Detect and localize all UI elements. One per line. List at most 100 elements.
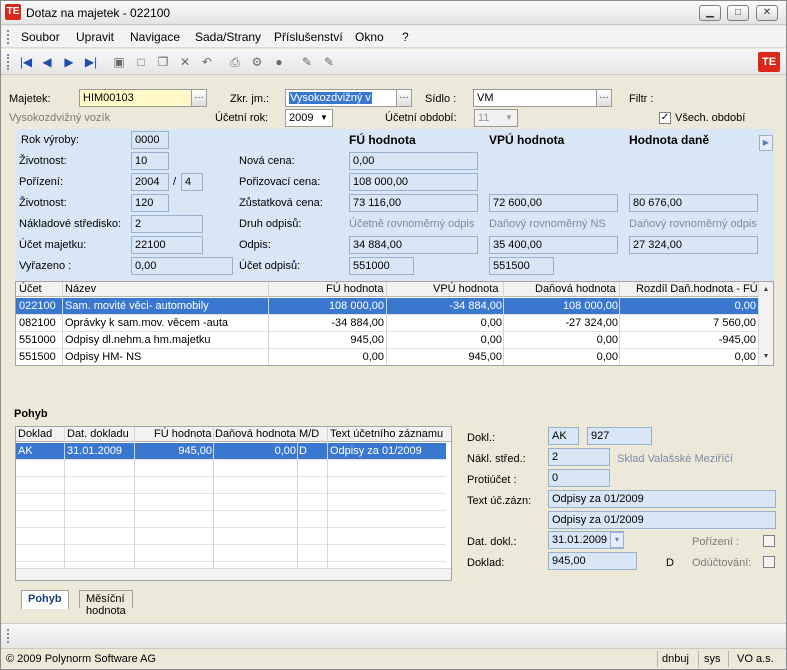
delete-icon[interactable]: ✕ [177,54,193,70]
cell-fu: 945,00 [350,334,384,346]
text-uc-zazn-field-1: Odpisy za 01/2009 [548,490,776,508]
oductovani-checkbox[interactable] [763,556,775,568]
menu-sada-strany[interactable]: Sada/Strany [195,30,261,44]
ucetni-rok-value: 2009 [289,112,314,124]
pohyb-table-header: Doklad Dat. dokladu FÚ hodnota Daňová ho… [16,427,451,442]
nakladove-stredisko-field: 2 [131,215,203,233]
title-bar: TE Dotaz na majetek - 022100 ▁ □ ✕ [1,1,786,25]
ucetni-obdobi-select[interactable]: 11 ▼ [474,109,518,127]
col-nazev[interactable]: Název [65,283,96,295]
table-row[interactable]: 551000 Odpisy dl.nehm.a hm.majetku 945,0… [16,332,760,349]
cell-vpu: 0,00 [480,317,502,329]
col-text[interactable]: Text účetního záznamu [330,428,443,440]
col-md[interactable]: M/D [299,428,319,440]
cell-rozdil: 0,00 [734,300,756,312]
majetek-lookup-button[interactable]: … [191,89,207,107]
pohyb-table-hscrollbar[interactable] [16,568,451,580]
druh-odpisu-fu: Účetně rovnoměrný odpis [349,218,475,230]
table-row[interactable]: 082100 Oprávky k sam.mov. věcem -auta -3… [16,315,760,332]
close-button[interactable]: ✕ [756,5,778,21]
toolbar-grip-icon [7,54,10,70]
col-danova-hodnota[interactable]: Daňová hodnota [215,428,296,440]
maximize-button[interactable]: □ [727,5,749,21]
zkr-input[interactable]: Vysokozdvižný v [285,89,400,107]
column-divider [62,282,63,365]
majetek-input[interactable]: HIM00103 [79,89,196,107]
column-divider [619,282,620,365]
edit-alt-icon[interactable]: ✎ [321,54,337,70]
accounts-table-scrollbar[interactable]: ▲ ▼ [758,282,773,365]
text-uc-zazn-field-2: Odpisy za 01/2009 [548,511,776,529]
odpis-dan-field: 27 324,00 [629,236,758,254]
ucet-odpisu-label: Účet odpisů: [239,260,301,272]
column-divider [386,282,387,365]
druh-odpisu-label: Druh odpisů: [239,218,302,230]
porizeni-flag-label: Pořízení : [692,536,740,548]
menu-prislusenstvi[interactable]: Příslušenství [274,30,343,44]
zkr-lookup-button[interactable]: … [396,89,412,107]
save-icon[interactable]: ▣ [111,54,127,70]
print-icon[interactable]: ⎙ [227,54,243,70]
ucetni-rok-select[interactable]: 2009 ▼ [285,109,333,127]
menu-help[interactable]: ? [402,30,409,44]
minimize-button[interactable]: ▁ [699,5,721,21]
menu-soubor[interactable]: Soubor [21,30,60,44]
application-window: TE Dotaz na majetek - 022100 ▁ □ ✕ Soubo… [0,0,787,670]
sidlo-input[interactable]: VM [473,89,603,107]
table-row[interactable]: 022100 Sam. movité věci- automobily 108 … [16,298,760,315]
col-rozdil[interactable]: Rozdíl Daň.hodnota - FÚ [636,283,758,295]
menu-okno[interactable]: Okno [355,30,384,44]
scroll-down-icon[interactable]: ▼ [759,351,773,363]
sidlo-lookup-button[interactable]: … [596,89,612,107]
edit-icon[interactable]: ✎ [299,54,315,70]
undo-icon[interactable]: ↶ [199,54,215,70]
protiucet-label: Protiúčet : [467,474,517,486]
tab-pohyb[interactable]: Pohyb [21,590,69,609]
bottom-toolbar-grip-icon [7,629,10,643]
cell-vpu: -34 884,00 [449,300,502,312]
previous-record-icon[interactable]: ◀ [39,54,55,70]
col-ucet[interactable]: Účet [19,283,42,295]
table-row[interactable]: AK 31.01.2009 945,00 0,00 D Odpisy za 01… [16,443,446,460]
col-fu-hodnota[interactable]: FÚ hodnota [154,428,211,440]
pohyb-section-title: Pohyb [14,408,48,420]
cell-vpu: 0,00 [480,334,502,346]
cell-nazev: Oprávky k sam.mov. věcem -auta [65,317,229,329]
porizeni-mesic-field: 4 [181,173,203,191]
col-fu-hodnota[interactable]: FÚ hodnota [326,283,383,295]
next-record-icon[interactable]: ▶ [61,54,77,70]
record-icon[interactable]: ● [271,54,287,70]
fu-hodnota-header: FÚ hodnota [349,133,416,147]
zivotnost-field: 10 [131,152,169,170]
porizeni-checkbox[interactable] [763,535,775,547]
copy-icon[interactable]: ❐ [155,54,171,70]
menu-upravit[interactable]: Upravit [76,30,114,44]
col-doklad[interactable]: Doklad [18,428,52,440]
tab-mesicni-hodnota[interactable]: Měsíční hodnota [79,590,133,617]
menu-bar: Soubor Upravit Navigace Sada/Strany Přís… [1,26,786,48]
cell-nazev: Odpisy dl.nehm.a hm.majetku [65,334,211,346]
vsech-obdobi-checkbox[interactable]: ✓ [659,112,671,124]
expand-icon[interactable]: ▶ [759,135,773,151]
cell-rozdil: 0,00 [734,351,756,363]
table-row[interactable]: 551500 Odpisy HM- NS 0,00 945,00 0,00 0,… [16,349,760,365]
col-vpu-hodnota[interactable]: VPÚ hodnota [433,283,498,295]
tools-icon[interactable]: ⚙ [249,54,265,70]
porizeni-rok-field: 2004 [131,173,169,191]
calendar-icon[interactable]: ▾ [610,532,624,548]
ucetni-obdobi-value: 11 [478,112,490,124]
first-record-icon[interactable]: |◀ [18,54,34,70]
cell-nazev: Sam. movité věci- automobily [65,300,209,312]
druh-odpisu-dan: Daňový rovnoměrný odpis [629,218,757,230]
col-dat-dokladu[interactable]: Dat. dokladu [67,428,129,440]
majetek-description: Vysokozdvižný vozík [9,112,111,124]
new-document-icon[interactable]: □ [133,54,149,70]
accounts-table: Účet Název FÚ hodnota VPÚ hodnota Daňová… [15,281,774,366]
menu-navigace[interactable]: Navigace [130,30,180,44]
doklad-field: 945,00 [548,552,637,570]
zkr-selected-text: Vysokozdvižný v [289,92,372,104]
table-row-empty [16,545,446,562]
col-danova-hodnota[interactable]: Daňová hodnota [535,283,616,295]
last-record-icon[interactable]: ▶| [83,54,99,70]
scroll-up-icon[interactable]: ▲ [759,284,773,296]
